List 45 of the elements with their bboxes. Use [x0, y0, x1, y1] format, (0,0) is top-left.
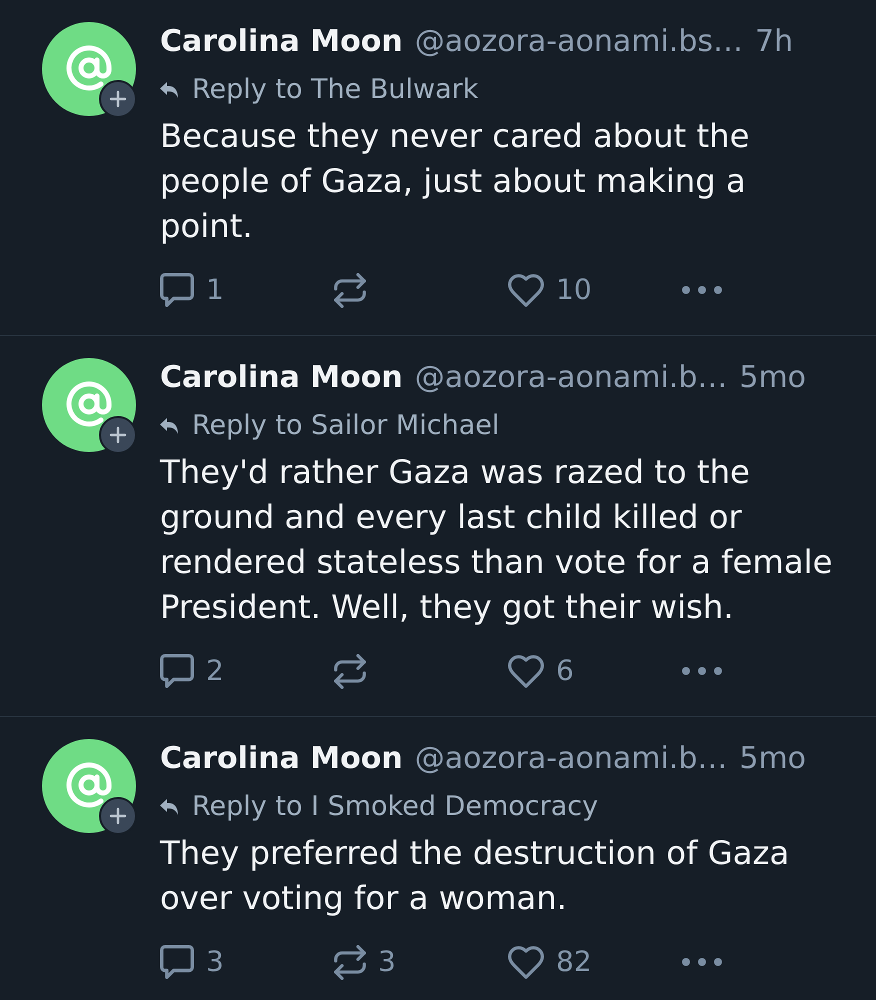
more-button[interactable]: [682, 958, 722, 966]
author-handle[interactable]: @aozora-aonami.b…: [414, 738, 728, 780]
reply-context[interactable]: Reply to The Bulwark: [192, 72, 478, 108]
author-name[interactable]: Carolina Moon: [160, 357, 403, 399]
ellipsis-icon: [682, 286, 722, 294]
post-text: They'd rather Gaza was razed to the ground and every last child killed or rendered stateless than vote for a female President. Well, they got their wish.: [160, 452, 834, 628]
speech-bubble-icon: [160, 945, 194, 979]
heart-icon: [508, 274, 544, 306]
speech-bubble-icon: [160, 273, 194, 307]
reply-arrow-icon: [160, 418, 178, 434]
post-text: Because they never cared about the people of Gaza, just about making a point.: [160, 116, 750, 247]
reply-context[interactable]: Reply to Sailor Michael: [192, 408, 500, 444]
post-time[interactable]: 7h: [755, 21, 794, 63]
reply-arrow-icon: [160, 82, 178, 98]
post-time[interactable]: 5mo: [739, 738, 806, 780]
reply-button[interactable]: 1: [160, 273, 224, 307]
repost-button[interactable]: 3: [334, 944, 396, 980]
ellipsis-icon: [682, 667, 722, 675]
like-button[interactable]: 6: [508, 654, 574, 688]
author-handle[interactable]: @aozora-aonami.b…: [414, 357, 728, 399]
heart-icon: [508, 946, 544, 978]
post-text: They preferred the destruction of Gaza over voting for a woman.: [160, 833, 790, 919]
more-button[interactable]: [682, 286, 722, 294]
reply-button[interactable]: 3: [160, 945, 224, 979]
speech-bubble-icon: [160, 654, 194, 688]
ellipsis-icon: [682, 958, 722, 966]
repeat-arrows-icon: [334, 654, 366, 688]
more-button[interactable]: [682, 667, 722, 675]
repost-button[interactable]: [334, 272, 366, 308]
plus-badge-icon[interactable]: [99, 80, 137, 118]
plus-badge-icon[interactable]: [99, 416, 137, 454]
reply-arrow-icon: [160, 799, 178, 815]
heart-icon: [508, 654, 544, 688]
plus-badge-icon[interactable]: [99, 797, 137, 835]
reply-button[interactable]: 2: [160, 654, 224, 688]
repeat-arrows-icon: [334, 272, 366, 308]
reply-context[interactable]: Reply to I Smoked Democracy: [192, 789, 598, 825]
like-button[interactable]: 82: [508, 945, 592, 979]
post-time[interactable]: 5mo: [739, 357, 806, 399]
repost-button[interactable]: [334, 654, 366, 688]
author-name[interactable]: Carolina Moon: [160, 21, 403, 63]
author-handle[interactable]: @aozora-aonami.bs…: [414, 21, 744, 63]
like-button[interactable]: 10: [508, 273, 592, 307]
author-name[interactable]: Carolina Moon: [160, 738, 403, 780]
repeat-arrows-icon: [334, 944, 366, 980]
